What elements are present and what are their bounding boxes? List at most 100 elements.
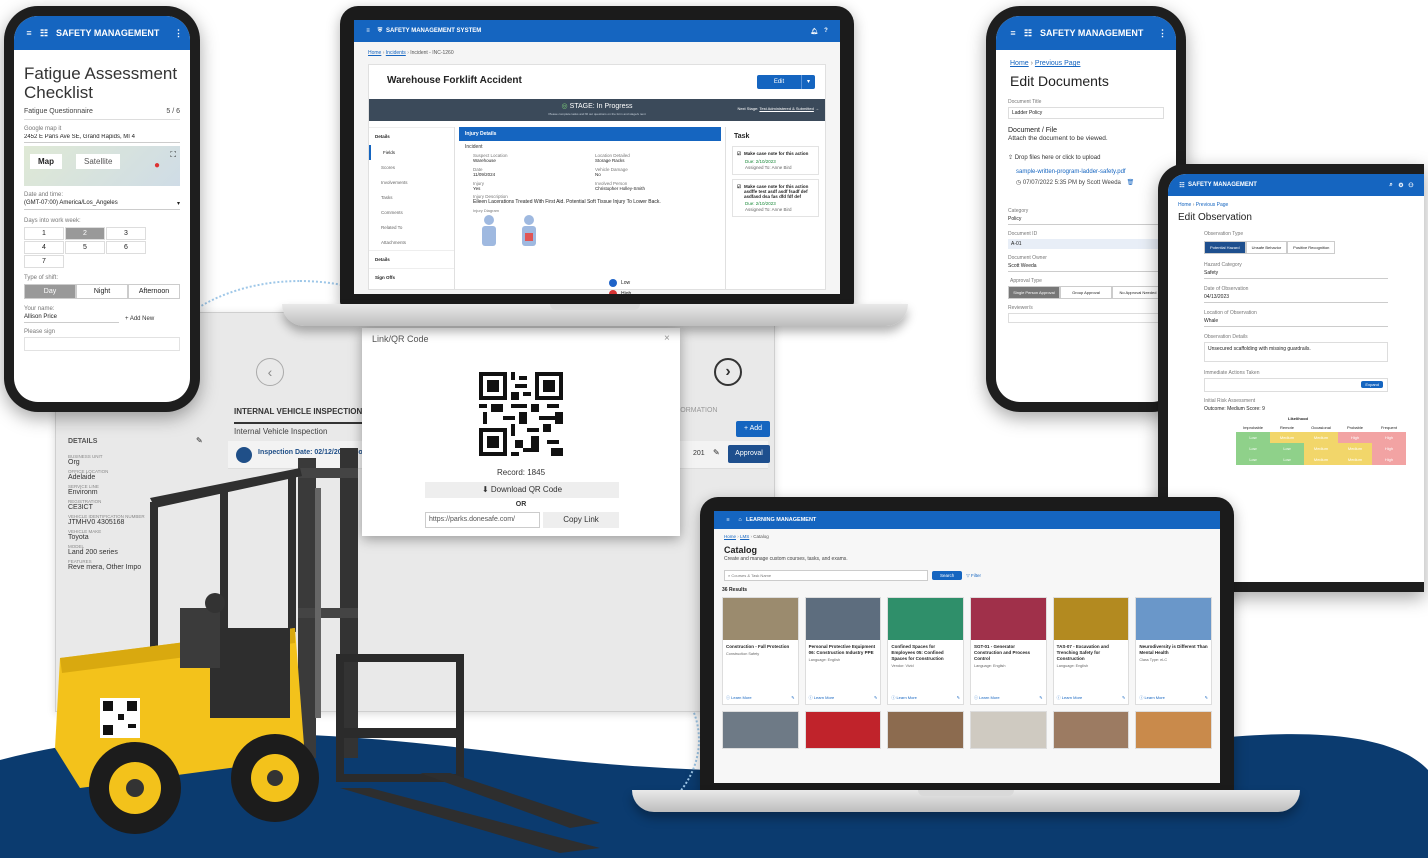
learn-more-link[interactable]: ⓘ Learn More (1057, 695, 1083, 701)
sidebar-item[interactable]: Sign Offs (369, 268, 454, 286)
risk-matrix-cell[interactable]: Medium (1338, 454, 1372, 465)
day-option[interactable]: 6 (106, 241, 146, 254)
observation-type-option[interactable]: Positive Recognition (1287, 241, 1336, 254)
edit-button[interactable]: Edit ▾ (757, 75, 815, 89)
map-widget[interactable]: Map Satellite ● ⛶ (24, 146, 180, 186)
pencil-icon[interactable]: ✎ (1039, 695, 1042, 701)
risk-matrix-cell[interactable]: Medium (1304, 432, 1338, 443)
risk-matrix-cell[interactable]: High (1338, 432, 1372, 443)
breadcrumb-item[interactable]: Incidents (386, 50, 406, 56)
risk-matrix-cell[interactable]: Low (1270, 443, 1304, 454)
risk-matrix-cell[interactable]: High (1372, 443, 1406, 454)
sidebar-item[interactable]: Scores (369, 160, 454, 175)
shift-option[interactable]: Night (76, 284, 128, 299)
uploaded-file-link[interactable]: sample-written-program-ladder-safety.pdf (1016, 169, 1156, 175)
approval-option[interactable]: Group Approval (1060, 286, 1112, 299)
delete-icon[interactable]: 🗑︎ (1127, 180, 1135, 186)
hamburger-menu-icon[interactable]: ≡ (362, 28, 374, 34)
add-new-button[interactable]: + Add New (125, 316, 154, 322)
learn-more-link[interactable]: ⓘ Learn More (809, 695, 835, 701)
observation-date-input[interactable]: 04/13/2023 (1204, 294, 1388, 303)
shift-option[interactable]: Afternoon (128, 284, 180, 299)
pencil-icon[interactable]: ✎ (1122, 695, 1125, 701)
add-inspection-button[interactable]: + Add (736, 421, 770, 437)
timezone-select[interactable]: (GMT-07:00) America/Los_Angeles ▾ (24, 200, 180, 210)
observation-type-option[interactable]: Potential Hazard (1204, 241, 1246, 254)
map-tab[interactable]: Map (30, 154, 62, 169)
course-thumbnail[interactable] (1052, 711, 1130, 749)
course-thumbnail[interactable] (722, 711, 799, 749)
catalog-search-button[interactable]: Search (932, 571, 963, 580)
expand-button[interactable]: Expand (1361, 381, 1383, 388)
breadcrumb-item[interactable]: LMS (740, 534, 749, 539)
risk-matrix-cell[interactable]: Low (1236, 432, 1270, 443)
next-stage[interactable]: Next Stage: Test Administered & Submitte… (737, 106, 819, 111)
day-option[interactable]: 3 (106, 227, 146, 240)
course-card[interactable]: SGT-01 - Generator Construction and Proc… (969, 597, 1047, 705)
course-card[interactable]: TAS-07 - Excavation and Trenching Safety… (1052, 597, 1130, 705)
category-select[interactable]: Policy (1008, 216, 1164, 225)
course-thumbnail[interactable] (804, 711, 882, 749)
day-option[interactable]: 1 (24, 227, 64, 240)
checkbox-icon[interactable]: ☑ (737, 151, 741, 157)
risk-matrix-cell[interactable]: Low (1236, 443, 1270, 454)
inspection-tab[interactable]: INTERNAL VEHICLE INSPECTION (234, 407, 363, 424)
day-option[interactable]: 7 (24, 255, 64, 268)
information-tab[interactable]: FORMATION (676, 407, 717, 414)
course-thumbnail[interactable] (887, 711, 964, 749)
actions-input[interactable]: Expand (1204, 378, 1388, 392)
sidebar-item[interactable]: Fields (369, 145, 454, 160)
breadcrumb-previous[interactable]: Previous Page (1035, 60, 1081, 67)
owner-select[interactable]: Scott Weeda (1008, 263, 1164, 272)
day-option[interactable]: 4 (24, 241, 64, 254)
signature-pad[interactable] (24, 337, 180, 351)
shift-option[interactable]: Day (24, 284, 76, 299)
risk-matrix-cell[interactable]: Medium (1304, 454, 1338, 465)
breadcrumb-previous[interactable]: Previous Page (1196, 202, 1229, 208)
breadcrumb-home[interactable]: Home (1010, 60, 1029, 67)
sidebar-item[interactable]: Attachments (369, 235, 454, 250)
risk-matrix-cell[interactable]: Medium (1270, 432, 1304, 443)
task-card[interactable]: ☑ Make case note for this action asdffe t… (732, 179, 819, 217)
checkbox-icon[interactable]: ☑ (737, 184, 741, 199)
hazard-category-select[interactable]: Safety (1204, 270, 1388, 279)
address-input[interactable]: 2452 E Paris Ave SE, Grand Rapids, MI 4 (24, 134, 180, 143)
pencil-icon[interactable]: ✎ (791, 695, 794, 701)
more-vert-icon[interactable]: ⋮ (174, 28, 183, 39)
approval-option[interactable]: Single Person Approval (1008, 286, 1060, 299)
sidebar-item[interactable]: Comments (369, 205, 454, 220)
task-card[interactable]: ☑ Make case note for this action Due: 2/10… (732, 146, 819, 175)
risk-matrix-cell[interactable]: High (1372, 454, 1406, 465)
hamburger-menu-icon[interactable]: ≡ (22, 28, 36, 38)
search-icon[interactable]: ⌕ (1386, 182, 1396, 189)
learn-more-link[interactable]: ⓘ Learn More (974, 695, 1000, 701)
risk-matrix-cell[interactable]: Medium (1338, 443, 1372, 454)
learn-more-link[interactable]: ⓘ Learn More (1139, 695, 1165, 701)
next-stage-link[interactable]: Test Administered & Submitted (759, 106, 813, 111)
day-option[interactable]: 2 (65, 227, 105, 240)
hamburger-menu-icon[interactable]: ≡ (722, 517, 734, 523)
risk-matrix-cell[interactable]: Low (1270, 454, 1304, 465)
prev-record-button[interactable]: ‹ (256, 358, 284, 386)
learn-more-link[interactable]: ⓘ Learn More (726, 695, 752, 701)
reviewers-select[interactable] (1008, 313, 1164, 323)
doc-title-input[interactable]: Ladder Policy (1008, 107, 1164, 119)
user-icon[interactable]: ⚇ (1406, 182, 1416, 189)
course-card[interactable]: Construction - Fall Protection Constructi… (722, 597, 799, 705)
close-icon[interactable]: × (664, 333, 670, 344)
learn-more-link[interactable]: ⓘ Learn More (891, 695, 917, 701)
breadcrumb-home[interactable]: Home (1178, 202, 1191, 208)
breadcrumb-item[interactable]: Home (724, 534, 736, 539)
course-card[interactable]: Confined Spaces for Employees 05: Confin… (887, 597, 964, 705)
drop-zone[interactable]: ⇪ Drop files here or click to upload (1008, 154, 1164, 161)
risk-matrix-cell[interactable]: Low (1236, 454, 1270, 465)
satellite-tab[interactable]: Satellite (76, 154, 121, 169)
breadcrumb-item[interactable]: Home (368, 50, 381, 56)
pencil-icon[interactable]: ✎ (713, 448, 720, 457)
observation-location-select[interactable]: Whale (1204, 318, 1388, 327)
fullscreen-icon[interactable]: ⛶ (170, 150, 176, 160)
observation-type-option[interactable]: Unsafe Behavior (1245, 241, 1288, 254)
approval-button[interactable]: Approval (728, 445, 770, 463)
sidebar-item[interactable]: Tasks (369, 190, 454, 205)
more-vert-icon[interactable]: ⋮ (1158, 28, 1167, 39)
